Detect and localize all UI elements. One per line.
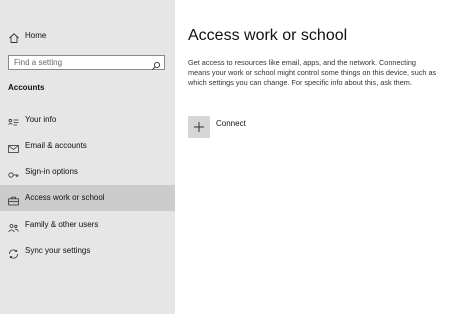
section-title-accounts: Accounts	[8, 83, 45, 92]
sidebar-item-label: Access work or school	[25, 193, 105, 202]
plus-icon	[194, 122, 204, 132]
sidebar-item-label: Sync your settings	[25, 246, 91, 255]
sidebar-item-access-work-or-school[interactable]: Access work or school	[0, 185, 175, 211]
search-placeholder: Find a setting	[14, 58, 63, 67]
sidebar: Home Find a setting Accounts Your info E…	[0, 0, 175, 314]
mail-icon	[8, 141, 19, 153]
page-description: Get access to resources like email, apps…	[188, 58, 437, 87]
nav-home-label: Home	[25, 31, 47, 40]
sidebar-item-email-accounts[interactable]: Email & accounts	[0, 133, 175, 159]
sidebar-item-label: Family & other users	[25, 220, 99, 229]
briefcase-icon	[8, 193, 19, 206]
key-icon	[8, 167, 19, 178]
sidebar-item-sign-in-options[interactable]: Sign-in options	[0, 159, 175, 185]
connect-label[interactable]: Connect	[216, 119, 246, 128]
sidebar-item-label: Email & accounts	[25, 141, 87, 150]
page-title: Access work or school	[188, 27, 348, 44]
sidebar-item-family-other-users[interactable]: Family & other users	[0, 212, 175, 238]
sidebar-item-your-info[interactable]: Your info	[0, 107, 175, 133]
search-icon[interactable]	[151, 58, 161, 71]
search-input[interactable]: Find a setting	[8, 55, 165, 71]
sidebar-item-label: Sign-in options	[25, 167, 78, 176]
people-icon	[8, 220, 19, 233]
connect-button[interactable]	[188, 116, 210, 138]
home-icon	[8, 31, 20, 43]
sidebar-item-sync-your-settings[interactable]: Sync your settings	[0, 238, 175, 264]
sidebar-item-label: Your info	[25, 115, 57, 124]
sync-icon	[8, 246, 19, 259]
person-card-icon	[8, 115, 19, 126]
nav-home[interactable]: Home	[0, 28, 175, 48]
